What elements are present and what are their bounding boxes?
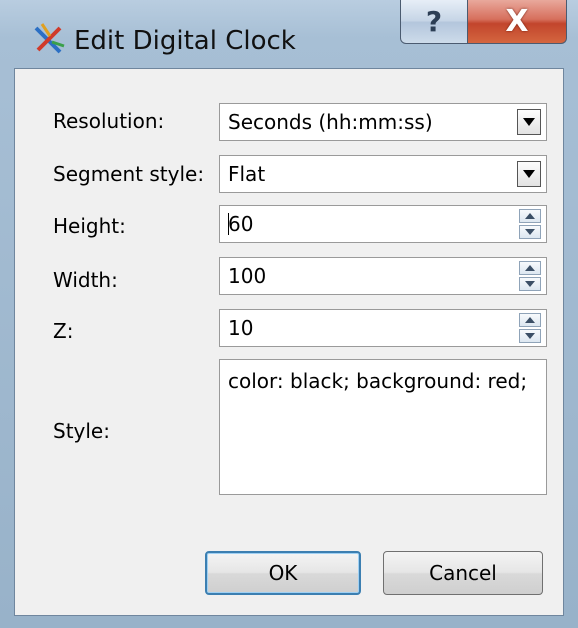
help-icon: ?: [425, 5, 443, 38]
chevron-down-icon[interactable]: [517, 109, 541, 135]
width-label: Width:: [53, 268, 118, 292]
title-bar[interactable]: Edit Digital Clock ? X: [0, 0, 578, 68]
width-spin-buttons[interactable]: [519, 261, 541, 291]
dialog-body: Resolution: Seconds (hh:mm:ss) Segment s…: [14, 68, 564, 616]
close-button[interactable]: X: [467, 0, 567, 44]
segment-style-select[interactable]: Flat: [219, 155, 547, 193]
help-button[interactable]: ?: [400, 0, 468, 44]
z-label: Z:: [53, 319, 74, 343]
chevron-down-icon[interactable]: [517, 161, 541, 187]
spin-down-icon[interactable]: [519, 225, 541, 239]
z-value: 10: [228, 316, 254, 340]
close-icon: X: [505, 4, 529, 39]
z-spinbox[interactable]: 10: [219, 309, 547, 347]
text-caret: [228, 213, 229, 235]
style-label: Style:: [53, 419, 110, 443]
resolution-value: Seconds (hh:mm:ss): [228, 110, 433, 134]
z-spin-buttons[interactable]: [519, 313, 541, 343]
width-value: 100: [228, 264, 267, 288]
spin-down-icon[interactable]: [519, 329, 541, 343]
height-value: 60: [228, 212, 254, 236]
dialog-window: Edit Digital Clock ? X Resolution: Secon…: [0, 0, 578, 628]
resolution-label: Resolution:: [53, 109, 165, 133]
segment-style-value: Flat: [228, 162, 266, 186]
spin-up-icon[interactable]: [519, 313, 541, 327]
style-textarea[interactable]: color: black; background: red;: [219, 359, 547, 495]
width-spinbox[interactable]: 100: [219, 257, 547, 295]
height-spinbox[interactable]: 60: [219, 205, 547, 243]
ok-button[interactable]: OK: [205, 551, 361, 595]
window-title: Edit Digital Clock: [74, 26, 296, 56]
spin-up-icon[interactable]: [519, 261, 541, 275]
resolution-select[interactable]: Seconds (hh:mm:ss): [219, 103, 547, 141]
digital-clock-app-icon: [32, 22, 66, 56]
spin-up-icon[interactable]: [519, 209, 541, 223]
spin-down-icon[interactable]: [519, 277, 541, 291]
segment-style-label: Segment style:: [53, 162, 205, 186]
height-spin-buttons[interactable]: [519, 209, 541, 239]
cancel-button[interactable]: Cancel: [383, 551, 543, 595]
height-label: Height:: [53, 214, 126, 238]
